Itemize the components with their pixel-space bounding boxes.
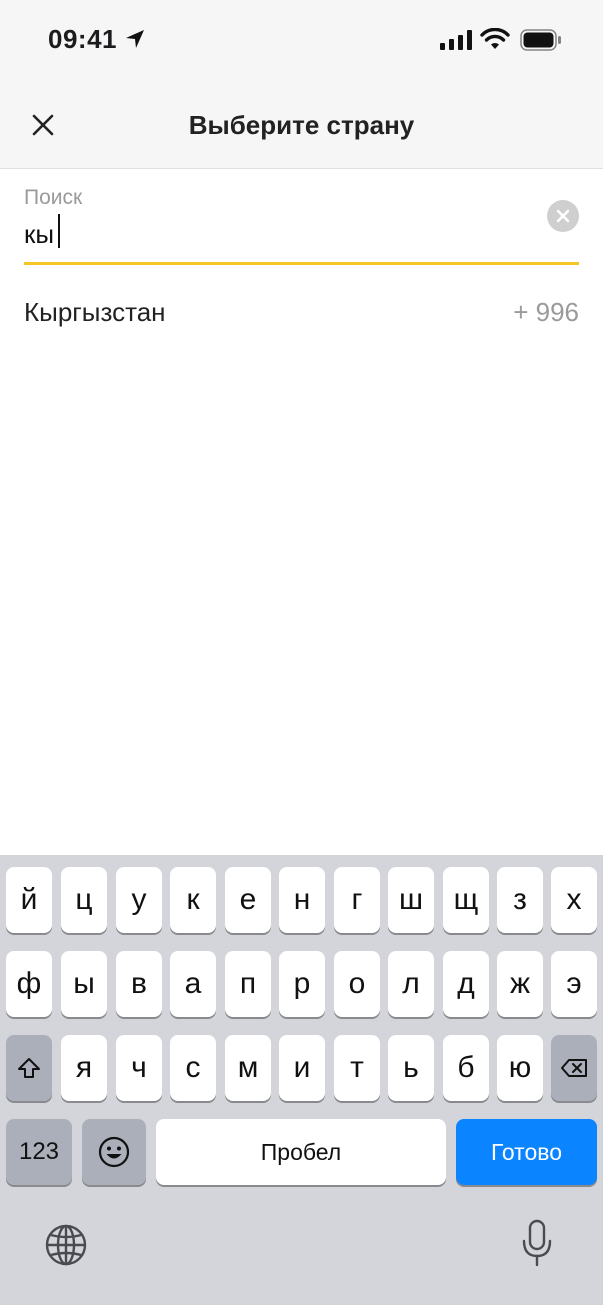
- numbers-key[interactable]: 123: [6, 1119, 72, 1185]
- key[interactable]: ф: [6, 951, 52, 1017]
- key[interactable]: у: [116, 867, 162, 933]
- country-name: Кыргызстан: [24, 296, 166, 327]
- key[interactable]: э: [551, 951, 597, 1017]
- key[interactable]: и: [279, 1035, 325, 1101]
- key[interactable]: е: [225, 867, 271, 933]
- globe-icon[interactable]: [44, 1223, 88, 1267]
- key[interactable]: т: [334, 1035, 380, 1101]
- key[interactable]: м: [225, 1035, 271, 1101]
- status-time: 09:41: [48, 24, 117, 54]
- search-input[interactable]: [24, 216, 524, 252]
- key[interactable]: й: [6, 867, 52, 933]
- microphone-icon[interactable]: [520, 1219, 554, 1267]
- space-key[interactable]: Пробел: [156, 1119, 446, 1185]
- key[interactable]: ь: [388, 1035, 434, 1101]
- emoji-key[interactable]: [82, 1119, 146, 1185]
- key[interactable]: р: [279, 951, 325, 1017]
- status-bar: 09:41: [0, 0, 603, 80]
- search-field[interactable]: Поиск: [24, 182, 579, 265]
- wifi-icon: [480, 28, 510, 49]
- key[interactable]: ч: [116, 1035, 162, 1101]
- key[interactable]: ш: [388, 867, 434, 933]
- clear-circle-icon: [556, 209, 570, 223]
- country-row[interactable]: Кыргызстан + 996: [24, 288, 579, 336]
- text-caret: [58, 214, 60, 248]
- key[interactable]: с: [170, 1035, 216, 1101]
- search-label: Поиск: [24, 186, 83, 209]
- shift-key[interactable]: [6, 1035, 52, 1101]
- key[interactable]: з: [497, 867, 543, 933]
- header: Выберите страну: [0, 80, 603, 169]
- key[interactable]: б: [443, 1035, 489, 1101]
- key[interactable]: а: [170, 951, 216, 1017]
- battery-icon: [520, 29, 561, 51]
- key[interactable]: ж: [497, 951, 543, 1017]
- key[interactable]: х: [551, 867, 597, 933]
- key[interactable]: о: [334, 951, 380, 1017]
- key[interactable]: г: [334, 867, 380, 933]
- clear-search-button[interactable]: [547, 200, 579, 232]
- country-picker-screen: 09:41 Выберите страну Поиск кы Кыргызста…: [0, 0, 603, 1305]
- key[interactable]: я: [61, 1035, 107, 1101]
- shift-icon: [18, 1058, 40, 1078]
- key[interactable]: ю: [497, 1035, 543, 1101]
- cellular-signal-icon: [440, 30, 472, 50]
- key[interactable]: л: [388, 951, 434, 1017]
- key[interactable]: ы: [61, 951, 107, 1017]
- done-key[interactable]: Готово: [456, 1119, 597, 1185]
- backspace-icon: [561, 1059, 587, 1077]
- page-title: Выберите страну: [188, 110, 415, 140]
- emoji-icon: [98, 1136, 130, 1168]
- key[interactable]: щ: [443, 867, 489, 933]
- location-arrow-icon: [126, 30, 144, 48]
- key[interactable]: в: [116, 951, 162, 1017]
- key[interactable]: д: [443, 951, 489, 1017]
- key[interactable]: ц: [61, 867, 107, 933]
- onscreen-keyboard: й ц у к е н г ш щ з х ф ы в а п р о л д …: [0, 855, 603, 1305]
- country-dial-code: + 996: [513, 296, 579, 327]
- key[interactable]: н: [279, 867, 325, 933]
- key[interactable]: п: [225, 951, 271, 1017]
- key[interactable]: к: [170, 867, 216, 933]
- backspace-key[interactable]: [551, 1035, 597, 1101]
